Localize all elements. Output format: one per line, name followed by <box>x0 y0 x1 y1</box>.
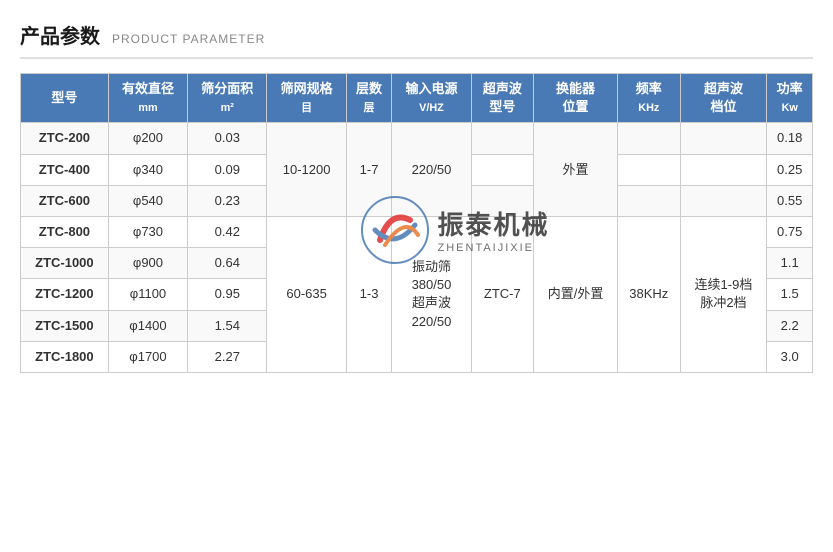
col-ultrasonic-model: 超声波型号 <box>471 74 533 123</box>
col-transducer: 换能器位置 <box>534 74 618 123</box>
table-body: ZTC-200φ2000.0310-12001-7220/50外置0.18ZTC… <box>21 123 813 373</box>
table-cell: 0.03 <box>188 123 267 154</box>
table-row: ZTC-800φ7300.4260-6351-3振动筛380/50超声波220/… <box>21 216 813 247</box>
table-cell: 2.27 <box>188 341 267 372</box>
table-cell <box>471 123 533 154</box>
table-cell: 1-7 <box>346 123 392 217</box>
table-cell: φ730 <box>108 216 187 247</box>
table-cell: 1.1 <box>767 248 813 279</box>
table-cell: 0.42 <box>188 216 267 247</box>
table-cell: 220/50 <box>392 123 471 217</box>
table-cell: 60-635 <box>267 216 346 372</box>
page-subtitle: PRODUCT PARAMETER <box>112 32 265 46</box>
table-cell: ZTC-800 <box>21 216 109 247</box>
table-cell <box>618 123 680 154</box>
col-ultrasonic-level: 超声波档位 <box>680 74 767 123</box>
table-cell <box>618 185 680 216</box>
table-cell <box>471 154 533 185</box>
table-cell <box>680 123 767 154</box>
table-cell: 0.25 <box>767 154 813 185</box>
table-cell: 外置 <box>534 123 618 217</box>
table-cell <box>680 154 767 185</box>
table-cell: 2.2 <box>767 310 813 341</box>
table-cell: φ540 <box>108 185 187 216</box>
table-cell: 3.0 <box>767 341 813 372</box>
col-area: 筛分面积m² <box>188 74 267 123</box>
table-cell: φ1700 <box>108 341 187 372</box>
table-cell: ZTC-1500 <box>21 310 109 341</box>
table-cell: 0.18 <box>767 123 813 154</box>
product-table: 型号 有效直径mm 筛分面积m² 筛网规格目 层数层 输入电源V/HZ 超声波型… <box>20 73 813 373</box>
table-cell: φ340 <box>108 154 187 185</box>
col-power-input: 输入电源V/HZ <box>392 74 471 123</box>
table-cell: φ200 <box>108 123 187 154</box>
col-frequency: 频率KHz <box>618 74 680 123</box>
table-cell: 内置/外置 <box>534 216 618 372</box>
col-power: 功率Kw <box>767 74 813 123</box>
table-cell: ZTC-1200 <box>21 279 109 310</box>
table-cell: 0.95 <box>188 279 267 310</box>
table-cell: 振动筛380/50超声波220/50 <box>392 216 471 372</box>
table-cell: ZTC-600 <box>21 185 109 216</box>
table-cell: 0.55 <box>767 185 813 216</box>
table-wrapper: 型号 有效直径mm 筛分面积m² 筛网规格目 层数层 输入电源V/HZ 超声波型… <box>20 73 813 373</box>
table-header-row1: 型号 有效直径mm 筛分面积m² 筛网规格目 层数层 输入电源V/HZ 超声波型… <box>21 74 813 123</box>
table-cell: 10-1200 <box>267 123 346 217</box>
table-cell: 连续1-9档脉冲2档 <box>680 216 767 372</box>
page-header: 产品参数 PRODUCT PARAMETER <box>20 20 813 59</box>
col-layers: 层数层 <box>346 74 392 123</box>
table-cell: 1.54 <box>188 310 267 341</box>
table-cell: 0.64 <box>188 248 267 279</box>
table-cell: φ900 <box>108 248 187 279</box>
table-cell: ZTC-400 <box>21 154 109 185</box>
table-cell: 1.5 <box>767 279 813 310</box>
page-title: 产品参数 <box>20 20 100 49</box>
table-cell <box>680 185 767 216</box>
table-cell: ZTC-7 <box>471 216 533 372</box>
table-row: ZTC-200φ2000.0310-12001-7220/50外置0.18 <box>21 123 813 154</box>
table-cell: ZTC-200 <box>21 123 109 154</box>
col-model: 型号 <box>21 74 109 123</box>
table-cell <box>618 154 680 185</box>
table-cell: 38KHz <box>618 216 680 372</box>
table-cell <box>471 185 533 216</box>
table-cell: 1-3 <box>346 216 392 372</box>
table-cell: 0.09 <box>188 154 267 185</box>
table-cell: ZTC-1800 <box>21 341 109 372</box>
table-cell: φ1400 <box>108 310 187 341</box>
col-diameter: 有效直径mm <box>108 74 187 123</box>
table-cell: 0.23 <box>188 185 267 216</box>
col-mesh: 筛网规格目 <box>267 74 346 123</box>
table-cell: φ1100 <box>108 279 187 310</box>
table-cell: 0.75 <box>767 216 813 247</box>
table-cell: ZTC-1000 <box>21 248 109 279</box>
